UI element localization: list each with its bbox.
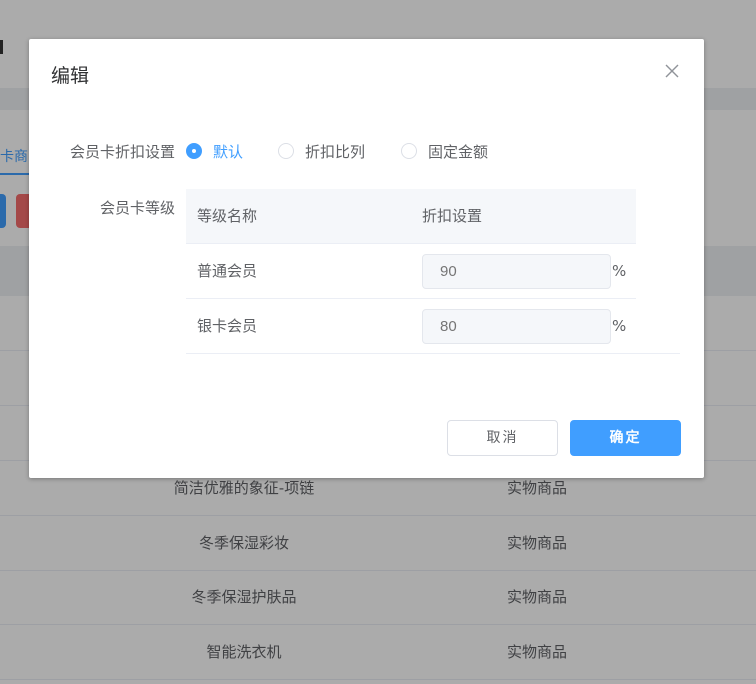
level-name: 银卡会员	[197, 317, 258, 335]
radio-default[interactable]: 默认	[186, 140, 243, 162]
level-name: 普通会员	[197, 262, 258, 280]
radio-label[interactable]: 折扣比列	[305, 141, 365, 162]
close-icon[interactable]	[662, 61, 682, 81]
percent-unit: %	[612, 262, 627, 280]
percent-unit: %	[612, 317, 627, 335]
dialog-title: 编辑	[51, 65, 90, 87]
column-header-discount: 折扣设置	[422, 207, 483, 225]
edit-dialog: 编辑 会员卡折扣设置 默认 折扣比列 固定金额 会员卡等级 等级名称 折扣设置 …	[29, 39, 704, 478]
radio-fixed-amount[interactable]: 固定金额	[401, 140, 488, 162]
radio-label[interactable]: 默认	[213, 141, 243, 162]
radio-label[interactable]: 固定金额	[428, 141, 488, 162]
discount-input[interactable]	[422, 309, 611, 344]
column-header-level: 等级名称	[197, 207, 258, 225]
table-row: 银卡会员 %	[186, 299, 680, 354]
confirm-button[interactable]: 确定	[570, 420, 681, 456]
discount-input[interactable]	[422, 254, 611, 289]
member-level-label: 会员卡等级	[99, 199, 175, 217]
radio-discount-ratio[interactable]: 折扣比列	[278, 140, 365, 162]
table-header: 等级名称 折扣设置	[186, 189, 636, 244]
radio-circle[interactable]	[401, 143, 417, 159]
radio-circle[interactable]	[186, 143, 202, 159]
discount-setting-label: 会员卡折扣设置	[69, 143, 175, 161]
cancel-button[interactable]: 取消	[447, 420, 558, 456]
radio-circle[interactable]	[278, 143, 294, 159]
table-row: 普通会员 %	[186, 244, 636, 299]
